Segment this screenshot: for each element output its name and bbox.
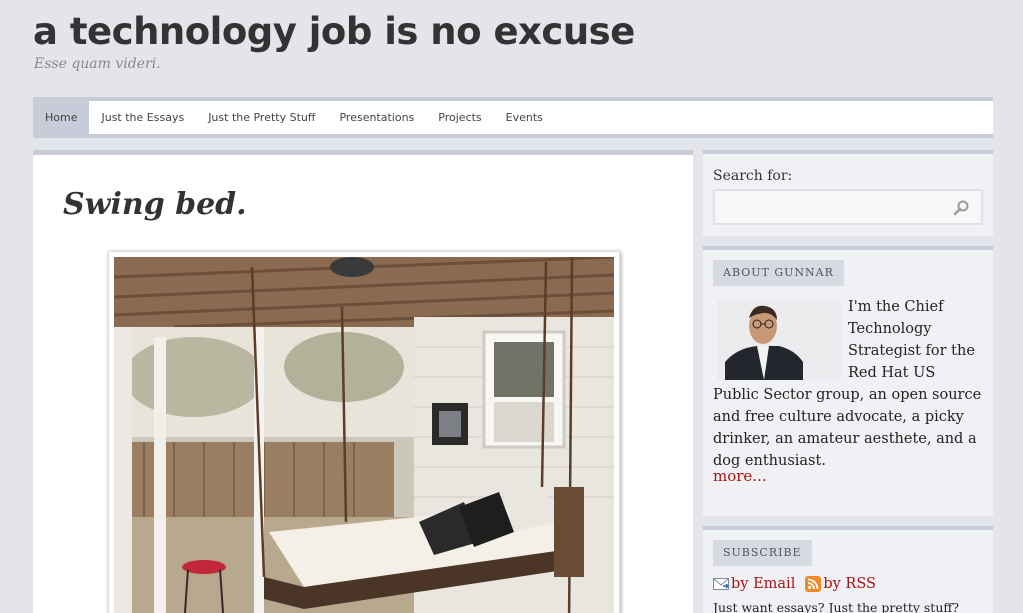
subscribe-widget: SUBSCRIBE by Email by RSS Just want essa… [703, 526, 993, 613]
about-text-block: I'm the Chief Technology Strategist for … [713, 296, 985, 472]
author-portrait [717, 300, 842, 380]
search-label: Search for: [713, 168, 793, 184]
rss-icon [805, 576, 822, 592]
swing-bed-photo[interactable] [114, 257, 614, 613]
nav-item-just-the-pretty-stuff[interactable]: Just the Pretty Stuff [196, 101, 327, 134]
subscribe-heading: SUBSCRIBE [713, 540, 812, 566]
about-widget: ABOUT GUNNAR I'm the Chief Technology St… [703, 246, 993, 516]
nav-item-just-the-essays[interactable]: Just the Essays [89, 101, 196, 134]
nav-item-presentations[interactable]: Presentations [327, 101, 426, 134]
subscribe-rss-label: by RSS [823, 576, 876, 592]
nav-item-home[interactable]: Home [33, 101, 90, 134]
about-more-link[interactable]: more... [713, 467, 767, 485]
subscribe-links: by Email by RSS [713, 576, 876, 592]
magnifier-icon[interactable] [953, 200, 969, 216]
main-nav: Home Just the Essays Just the Pretty Stu… [33, 97, 993, 138]
nav-item-projects[interactable]: Projects [426, 101, 493, 134]
author-avatar [717, 300, 842, 380]
subscribe-rss-link[interactable]: by RSS [805, 576, 876, 592]
post-image-frame [108, 251, 620, 613]
main-content: Swing bed. [33, 150, 693, 613]
swing-bed-illustration [114, 257, 614, 613]
subscribe-email-label: by Email [731, 576, 796, 592]
subscribe-email-link[interactable]: by Email [713, 576, 795, 592]
site-tagline: Esse quam videri. [34, 56, 161, 72]
subscribe-note: Just want essays? Just the pretty stuff? [713, 600, 959, 613]
search-input[interactable] [713, 189, 983, 225]
nav-item-events[interactable]: Events [494, 101, 555, 134]
site-title[interactable]: a technology job is no excuse [33, 10, 635, 53]
email-icon [713, 578, 729, 590]
about-heading: ABOUT GUNNAR [713, 260, 844, 286]
search-widget: Search for: [703, 150, 993, 236]
post-title[interactable]: Swing bed. [63, 187, 247, 222]
